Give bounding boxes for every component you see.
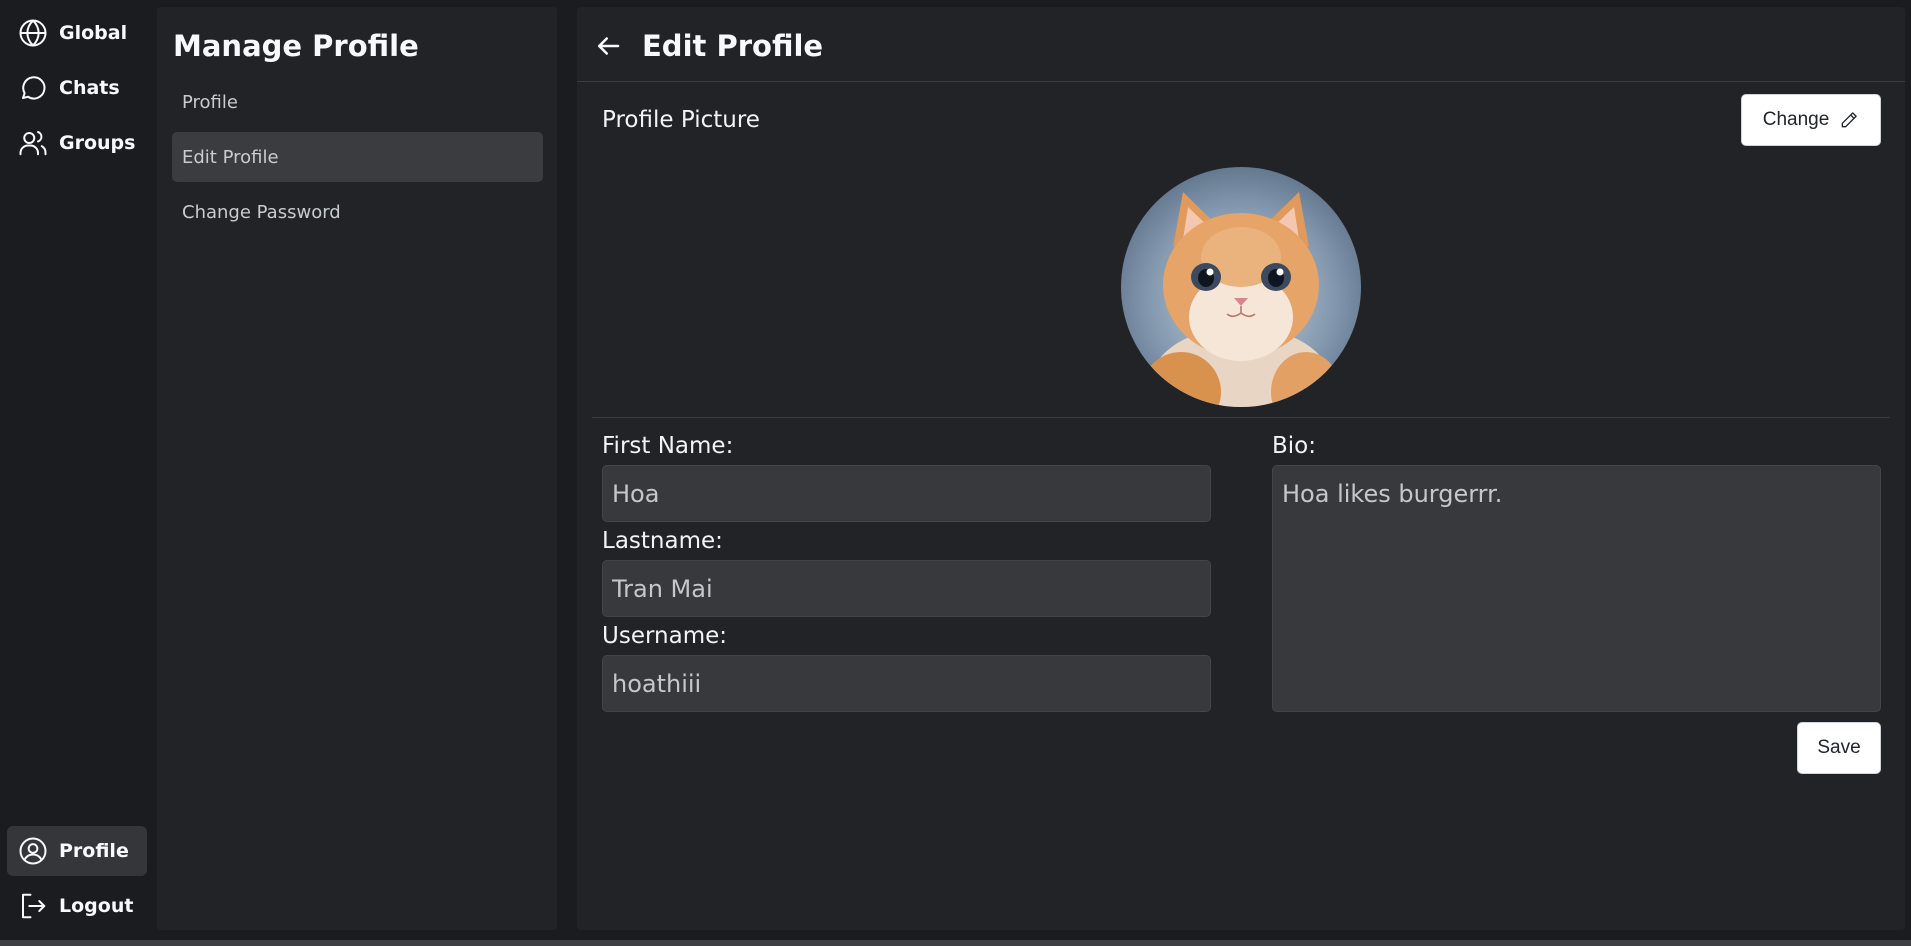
last-name-field[interactable] [602,560,1211,617]
nav-item-label: Groups [59,132,136,154]
pencil-icon [1841,112,1858,128]
menu-item-edit-profile[interactable]: Edit Profile [172,132,543,182]
nav-item-chats[interactable]: Chats [7,63,147,113]
menu-item-label: Edit Profile [182,146,279,168]
username-label: Username: [602,623,727,649]
change-button-label: Change [1762,109,1830,130]
nav-item-label: Chats [59,77,120,99]
nav-item-profile[interactable]: Profile [7,826,147,876]
nav-item-global[interactable]: Global [7,8,147,58]
menu-item-profile[interactable]: Profile [172,77,543,127]
nav-item-label: Global [59,22,128,44]
menu-item-change-password[interactable]: Change Password [172,187,543,237]
change-picture-button[interactable]: Change [1741,94,1881,146]
window-bottom-edge [0,940,1911,946]
user-circle-icon [17,835,49,867]
kitten-avatar-image [1141,192,1341,407]
nav-item-label: Logout [59,895,134,917]
edit-profile-header: Edit Profile [577,7,1905,82]
icon-nav: Global Chats Groups Profile Logout [0,0,154,940]
first-name-label: First Name: [602,433,734,459]
last-name-label: Lastname: [602,528,723,554]
nav-item-groups[interactable]: Groups [7,118,147,168]
panel-title: Manage Profile [173,29,419,63]
profile-picture-label: Profile Picture [602,107,760,133]
app-window: Global Chats Groups Profile Logout Manag… [0,0,1911,946]
chat-bubble-icon [17,72,49,104]
back-arrow-icon[interactable] [593,31,623,61]
edit-profile-panel: Edit Profile Profile Picture Change Firs… [577,7,1905,930]
users-icon [17,127,49,159]
bio-label: Bio: [1272,433,1316,459]
globe-icon [17,17,49,49]
first-name-field[interactable] [602,465,1211,522]
save-button[interactable]: Save [1797,722,1881,774]
username-field[interactable] [602,655,1211,712]
bio-field[interactable]: Hoa likes burgerrr. [1272,465,1881,712]
page-title: Edit Profile [642,29,824,63]
manage-profile-panel: Manage Profile Profile Edit Profile Chan… [157,7,557,930]
nav-item-logout[interactable]: Logout [7,881,147,931]
section-divider [592,417,1890,418]
nav-item-label: Profile [59,840,129,862]
menu-item-label: Change Password [182,201,341,223]
logout-icon [17,890,49,922]
avatar [1121,167,1361,407]
menu-item-label: Profile [182,91,238,113]
